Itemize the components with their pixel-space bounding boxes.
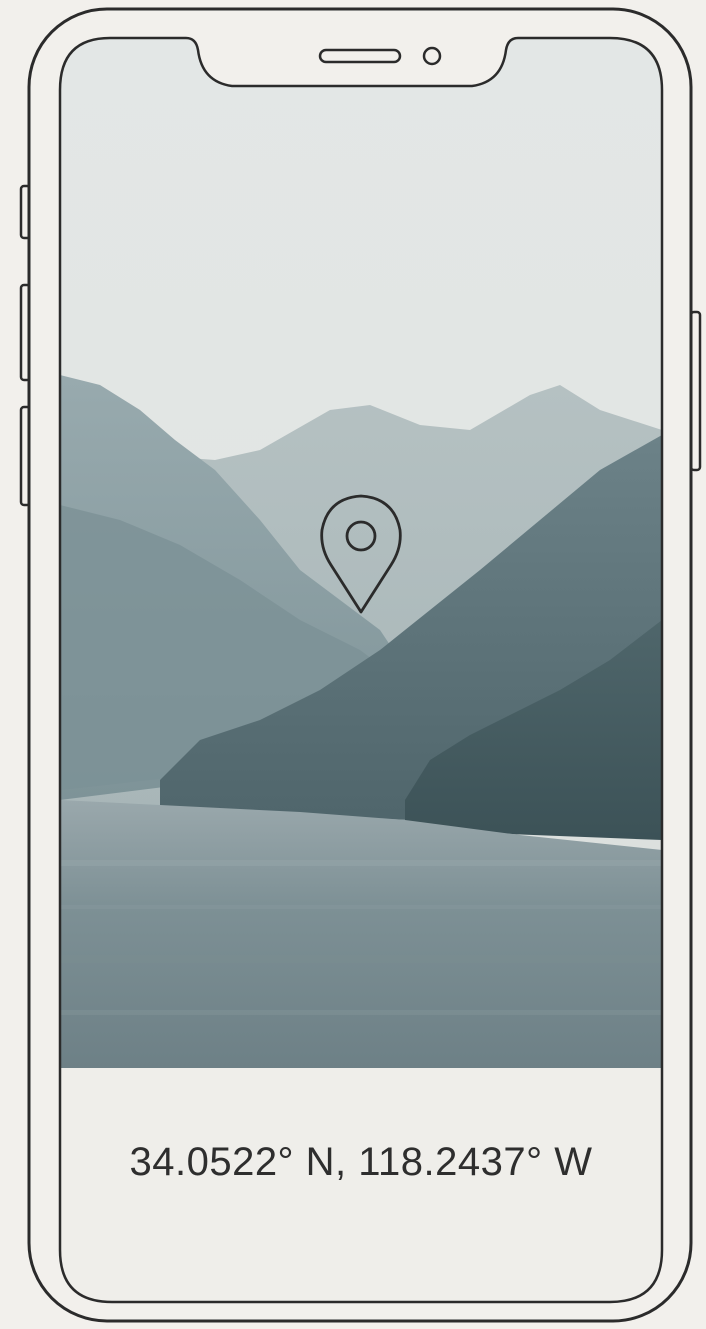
- coordinates-text: 34.0522° N, 118.2437° W: [129, 1140, 593, 1184]
- phone-illustration: [19, 7, 702, 1323]
- landscape-photo: [60, 38, 662, 1068]
- phone-mockup: 34.0522° N, 118.2437° W: [0, 0, 706, 1329]
- info-panel: [60, 1068, 662, 1302]
